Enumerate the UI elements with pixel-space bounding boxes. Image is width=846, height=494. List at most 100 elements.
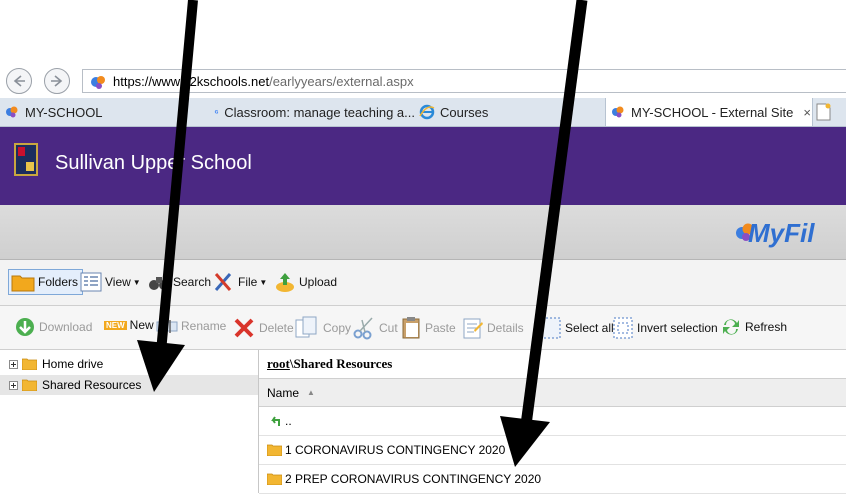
school-name: Sullivan Upper School — [55, 152, 252, 174]
invert-selection-button[interactable]: Invert selection — [612, 316, 718, 340]
list-item-parent[interactable]: .. — [259, 407, 846, 436]
site-favicon-icon — [91, 76, 105, 89]
folder-label: 1 CORONAVIRUS CONTINGENCY 2020 — [285, 443, 506, 457]
tab-close-icon[interactable]: × — [803, 105, 811, 120]
search-label: Search — [173, 275, 212, 289]
tab-my-school[interactable]: MY-SCHOOL — [0, 98, 210, 126]
url-text: https://www.c2kschools.net/earlyyears/ex… — [113, 74, 414, 89]
cut-button[interactable]: Cut — [352, 316, 398, 340]
binoculars-icon — [149, 277, 169, 290]
myfiles-banner: MyFil — [0, 205, 846, 260]
rename-button[interactable]: Rename — [156, 318, 226, 334]
up-arrow-icon — [271, 416, 280, 426]
delete-button[interactable]: Delete — [232, 316, 294, 340]
new-tab-icon — [816, 103, 831, 121]
file-label: File — [238, 275, 258, 289]
google-g-icon: G — [215, 110, 219, 116]
folder-icon — [22, 358, 37, 370]
new-menu[interactable]: NEW New▼ — [104, 318, 164, 332]
upload-icon — [276, 273, 294, 292]
breadcrumb: root \Shared Resources — [259, 350, 846, 379]
myfiles-brand: MyFil — [748, 218, 815, 248]
breadcrumb-current: \Shared Resources — [289, 356, 393, 371]
delete-x-icon — [234, 318, 254, 338]
tab-label: Courses — [440, 104, 489, 120]
select-all-label: Select all — [565, 321, 614, 335]
svg-text:G: G — [215, 110, 219, 116]
select-all-button[interactable]: Select all — [540, 316, 614, 340]
file-list-pane: root \Shared Resources Name ▲ .. 1 CORONAV… — [259, 350, 846, 494]
my-school-icon — [612, 106, 624, 118]
details-label: Details — [487, 321, 524, 335]
expand-plus-icon[interactable] — [9, 359, 18, 369]
parent-folder-label: .. — [285, 414, 292, 428]
new-label: New — [129, 318, 154, 332]
view-label: View — [105, 275, 131, 289]
tree-item-label: Shared Resources — [42, 378, 142, 392]
tab-external-site[interactable]: MY-SCHOOL - External Site × — [605, 98, 813, 126]
forward-arrow-icon — [51, 75, 63, 87]
rename-icon — [156, 320, 178, 333]
tree-item-home-drive[interactable]: Home drive — [0, 354, 258, 374]
copy-icon — [295, 316, 317, 338]
cut-label: Cut — [379, 321, 398, 335]
tree-item-shared-resources[interactable]: Shared Resources — [0, 375, 258, 395]
folder-icon — [267, 444, 282, 456]
refresh-icon — [723, 319, 739, 335]
folder-icon — [22, 379, 37, 391]
name-column-header[interactable]: Name ▲ — [259, 379, 846, 407]
folder-icon — [11, 275, 35, 292]
download-icon — [16, 318, 34, 336]
internet-explorer-icon — [419, 104, 435, 120]
details-button[interactable]: Details — [462, 316, 524, 340]
new-badge: NEW — [104, 320, 127, 330]
site-header: Sullivan Upper School — [0, 127, 846, 205]
upload-label: Upload — [299, 275, 338, 289]
folder-label: 2 PREP CORONAVIRUS CONTINGENCY 2020 — [285, 472, 542, 486]
copy-button[interactable]: Copy — [294, 316, 351, 340]
folders-button[interactable]: Folders — [8, 269, 84, 295]
list-item-folder[interactable]: 2 PREP CORONAVIRUS CONTINGENCY 2020 — [259, 465, 846, 494]
rename-label: Rename — [181, 319, 227, 333]
scissors-icon — [353, 317, 373, 340]
list-item-folder[interactable]: 1 CORONAVIRUS CONTINGENCY 2020 — [259, 436, 846, 465]
select-all-icon — [541, 317, 561, 339]
invert-selection-label: Invert selection — [637, 321, 718, 335]
view-menu[interactable]: View ▼ — [80, 271, 141, 293]
tab-classroom[interactable]: G Classroom: manage teaching a... — [210, 98, 415, 126]
my-school-icon — [6, 106, 18, 118]
download-label: Download — [39, 320, 93, 334]
address-bar-row: https://www.c2kschools.net/earlyyears/ex… — [0, 62, 846, 98]
new-tab-button[interactable] — [815, 102, 833, 122]
folders-label: Folders — [38, 275, 79, 289]
search-button[interactable]: Search — [148, 271, 211, 293]
actions-toolbar: Download NEW New▼ Rename Delete Copy Cut… — [0, 306, 846, 350]
paste-button[interactable]: Paste — [400, 316, 456, 340]
folder-tree-pane: Home drive Shared Resources — [0, 350, 259, 493]
forward-button[interactable] — [44, 68, 70, 94]
view-list-icon — [80, 272, 102, 292]
tab-strip: MY-SCHOOL G Classroom: manage teaching a… — [0, 98, 846, 127]
school-crest-icon — [14, 143, 38, 176]
delete-label: Delete — [259, 321, 294, 335]
refresh-label: Refresh — [745, 320, 788, 334]
refresh-button[interactable]: Refresh — [720, 316, 787, 338]
download-button[interactable]: Download — [14, 316, 92, 338]
back-button[interactable] — [6, 68, 32, 94]
paste-label: Paste — [425, 321, 456, 335]
tools-icon — [214, 273, 232, 291]
file-menu[interactable]: File ▼ — [213, 271, 267, 293]
breadcrumb-root-link[interactable]: root — [267, 356, 290, 372]
address-input[interactable]: https://www.c2kschools.net/earlyyears/ex… — [82, 69, 846, 93]
tab-label: Classroom: manage teaching a... — [224, 104, 415, 120]
tab-label: MY-SCHOOL — [25, 104, 103, 120]
column-header-label: Name — [267, 385, 300, 400]
back-arrow-icon — [13, 75, 25, 87]
upload-button[interactable]: Upload — [274, 271, 337, 293]
tree-item-label: Home drive — [42, 357, 104, 371]
tab-courses[interactable]: Courses — [415, 98, 595, 126]
folder-icon — [267, 473, 282, 485]
details-icon — [463, 318, 483, 339]
expand-plus-icon[interactable] — [9, 380, 18, 390]
invert-selection-icon — [613, 317, 633, 339]
